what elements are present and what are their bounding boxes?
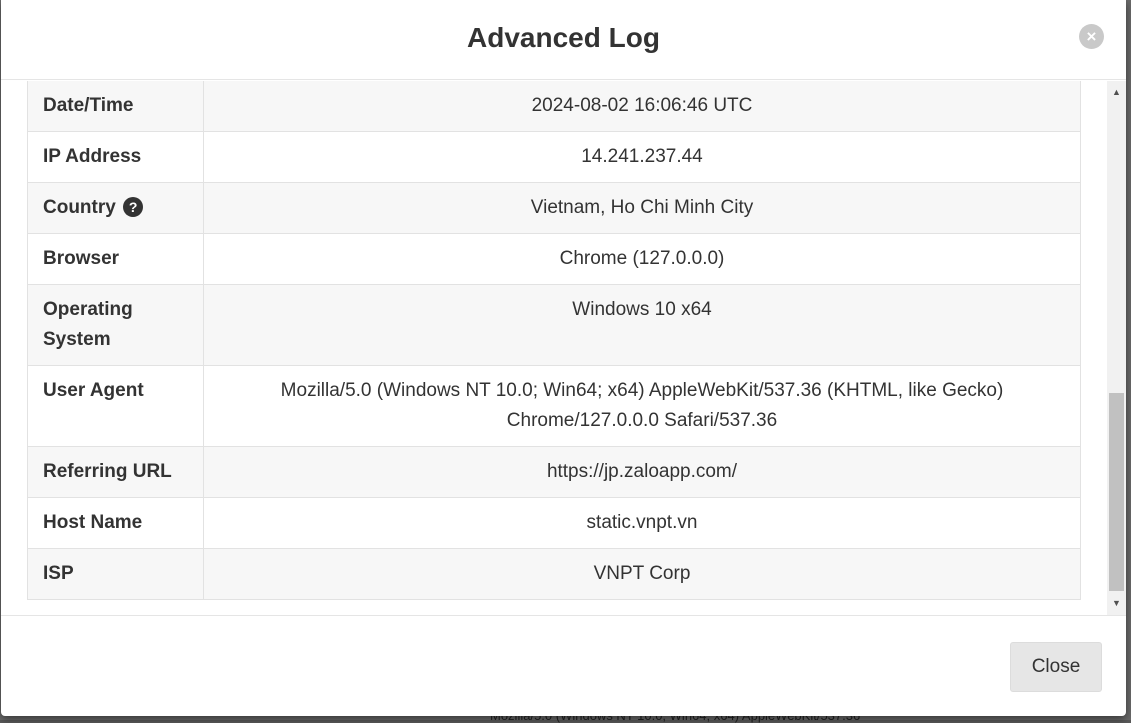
row-value: static.vnpt.vn	[203, 497, 1081, 549]
row-label-country: Country ?	[27, 182, 204, 234]
log-row-browser: Browser Chrome (127.0.0.0)	[27, 233, 1081, 285]
scroll-down-arrow-icon[interactable]: ▼	[1107, 594, 1126, 612]
log-row-host-name: Host Name static.vnpt.vn	[27, 497, 1081, 549]
row-value: Windows 10 x64	[203, 284, 1081, 366]
close-button[interactable]: Close	[1010, 642, 1102, 692]
log-row-user-agent: User Agent Mozilla/5.0 (Windows NT 10.0;…	[27, 365, 1081, 447]
log-row-operating-system: Operating System Windows 10 x64	[27, 284, 1081, 366]
log-details-table: Date/Time 2024-08-02 16:06:46 UTC IP Add…	[27, 81, 1081, 600]
help-icon[interactable]: ?	[123, 197, 144, 217]
advanced-log-modal: Advanced Log × Date/Time 2024-08-02 16:0…	[1, 0, 1126, 716]
modal-header: Advanced Log ×	[1, 0, 1126, 80]
row-value: https://jp.zaloapp.com/	[203, 446, 1081, 498]
row-label: Host Name	[27, 497, 204, 549]
log-row-isp: ISP VNPT Corp	[27, 548, 1081, 600]
row-label: Date/Time	[27, 81, 204, 132]
row-value: Chrome (127.0.0.0)	[203, 233, 1081, 285]
row-value: 2024-08-02 16:06:46 UTC	[203, 81, 1081, 132]
row-label: Browser	[27, 233, 204, 285]
row-label: Operating System	[27, 284, 204, 366]
scroll-up-arrow-icon[interactable]: ▲	[1107, 83, 1126, 101]
log-row-ip-address: IP Address 14.241.237.44	[27, 131, 1081, 183]
row-value: 14.241.237.44	[203, 131, 1081, 183]
modal-body: Date/Time 2024-08-02 16:06:46 UTC IP Add…	[1, 81, 1126, 615]
log-row-country: Country ? Vietnam, Ho Chi Minh City	[27, 182, 1081, 234]
row-label: IP Address	[27, 131, 204, 183]
log-row-referring-url: Referring URL https://jp.zaloapp.com/	[27, 446, 1081, 498]
modal-title: Advanced Log	[467, 22, 660, 53]
row-label: Referring URL	[27, 446, 204, 498]
row-label: User Agent	[27, 365, 204, 447]
scroll-thumb[interactable]	[1109, 393, 1124, 591]
row-value: Vietnam, Ho Chi Minh City	[203, 182, 1081, 234]
row-value: VNPT Corp	[203, 548, 1081, 600]
vertical-scrollbar[interactable]: ▲ ▼	[1107, 81, 1126, 615]
row-value: Mozilla/5.0 (Windows NT 10.0; Win64; x64…	[203, 365, 1081, 447]
row-label: Country	[43, 197, 116, 218]
modal-footer: Close	[1, 615, 1126, 716]
close-icon[interactable]: ×	[1079, 24, 1104, 49]
row-label: ISP	[27, 548, 204, 600]
log-row-date-time: Date/Time 2024-08-02 16:06:46 UTC	[27, 81, 1081, 132]
